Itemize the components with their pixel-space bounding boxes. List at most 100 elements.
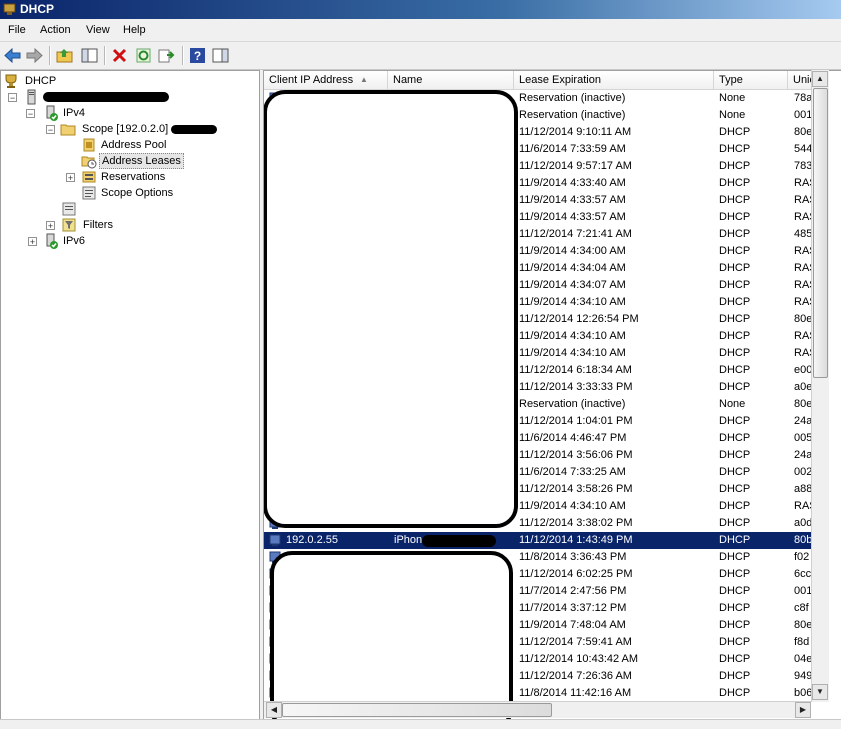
cell-type: DHCP (719, 211, 751, 223)
cell-type: DHCP (719, 381, 751, 393)
cell-client-ip: 192.0.2.55 (286, 534, 338, 546)
refresh-icon[interactable] (134, 46, 153, 65)
cell-lease-expiration: Reservation (inactive) (519, 92, 626, 104)
column-header-client-ip[interactable]: Client IP Address ▲ (264, 71, 388, 89)
menu-view[interactable]: View (86, 24, 110, 36)
sort-ascending-icon: ▲ (360, 75, 368, 84)
expand-toggle[interactable]: + (28, 237, 37, 247)
reservations-icon (82, 171, 96, 183)
cell-type: DHCP (719, 449, 751, 461)
export-list-icon[interactable] (157, 46, 176, 65)
tree-node-reservations[interactable]: + Reservations (65, 169, 251, 185)
collapse-toggle[interactable]: − (46, 125, 55, 135)
redacted-server-name (43, 92, 169, 102)
tree-label-address-leases: Address Leases (99, 153, 184, 169)
cell-type: DHCP (719, 568, 751, 580)
expand-toggle[interactable]: + (66, 173, 75, 183)
cell-type: DHCP (719, 585, 751, 597)
action-pane-icon[interactable] (211, 46, 230, 65)
menu-action[interactable]: Action (40, 24, 71, 36)
cell-lease-expiration: 11/12/2014 3:33:33 PM (519, 381, 633, 393)
leases-list: Client IP Address ▲ Name Lease Expiratio… (263, 70, 841, 720)
show-hide-tree-icon[interactable] (80, 46, 99, 65)
cell-lease-expiration: 11/9/2014 4:34:07 AM (519, 279, 626, 291)
filter-icon (62, 218, 76, 232)
horizontal-scroll-thumb[interactable] (282, 703, 552, 717)
delete-icon[interactable] (110, 46, 129, 65)
cell-lease-expiration: 11/12/2014 1:43:49 PM (519, 534, 633, 546)
tree-node-address-pool[interactable]: Address Pool (81, 137, 251, 153)
column-header-type[interactable]: Type (714, 71, 788, 89)
tree-node-scope[interactable]: − Scope [192.0.2.0] (45, 121, 257, 137)
cell-lease-expiration: 11/12/2014 7:21:41 AM (519, 228, 632, 240)
tree-node-filters[interactable]: + Filters (45, 217, 251, 233)
cell-lease-expiration: 11/9/2014 4:34:00 AM (519, 245, 626, 257)
tree-node-ipv6[interactable]: + IPv6 (27, 233, 253, 249)
cell-type: DHCP (719, 551, 751, 563)
tree-node-server-options[interactable] (61, 201, 251, 217)
tree-label-scope: Scope [192.0.2.0] (82, 123, 169, 135)
toolbar-separator (49, 46, 51, 65)
cell-type: DHCP (719, 245, 751, 257)
vertical-scrollbar[interactable]: ▲ ▼ (811, 70, 829, 702)
scroll-down-button[interactable]: ▼ (812, 684, 828, 700)
cell-type: DHCP (719, 483, 751, 495)
cell-lease-expiration: 11/12/2014 3:38:02 PM (519, 517, 633, 529)
dhcp-trophy-icon (5, 74, 17, 88)
expand-toggle[interactable]: + (46, 221, 55, 231)
vertical-scroll-thumb[interactable] (813, 88, 828, 378)
title-bar: DHCP (0, 0, 841, 19)
help-icon[interactable]: ? (188, 46, 207, 65)
cell-type: DHCP (719, 347, 751, 359)
cell-type: None (719, 109, 746, 121)
scroll-right-button[interactable]: ▶ (795, 702, 811, 718)
tree-label-address-pool: Address Pool (101, 139, 167, 151)
cell-lease-expiration: 11/12/2014 10:43:42 AM (519, 653, 639, 665)
redacted-device-name (422, 535, 496, 547)
scroll-up-button[interactable]: ▲ (812, 71, 828, 87)
cell-type: DHCP (719, 126, 751, 138)
cell-lease-expiration: 11/7/2014 3:37:12 PM (519, 602, 627, 614)
cell-lease-expiration: 11/12/2014 12:26:54 PM (519, 313, 639, 325)
scroll-left-button[interactable]: ◀ (266, 702, 282, 718)
menu-help[interactable]: Help (123, 24, 146, 36)
menu-file[interactable]: File (8, 24, 26, 36)
tree-node-address-leases[interactable]: Address Leases (81, 153, 251, 169)
cell-type: DHCP (719, 279, 751, 291)
collapse-toggle[interactable]: − (26, 109, 35, 119)
tree-node-server[interactable]: − (7, 89, 257, 105)
tree-node-ipv4[interactable]: − IPv4 (25, 105, 255, 121)
table-row[interactable]: 192.0.2.55 iPhone. 11/12/2014 1:43:49 PM DH… (264, 532, 824, 549)
toolbar-separator (182, 46, 184, 65)
tree-node-scope-options[interactable]: Scope Options (81, 185, 251, 201)
server-icon (27, 89, 36, 105)
up-folder-icon[interactable] (55, 46, 74, 65)
cell-type: None (719, 92, 746, 104)
tree-node-dhcp[interactable]: DHCP (3, 73, 253, 89)
back-icon[interactable] (3, 46, 22, 65)
cell-type: DHCP (719, 177, 751, 189)
horizontal-scrollbar[interactable]: ◀ ▶ (264, 701, 811, 718)
cell-type: DHCP (719, 466, 751, 478)
column-header-name[interactable]: Name (388, 71, 514, 89)
collapse-toggle[interactable]: − (8, 93, 17, 103)
cell-lease-expiration: 11/9/2014 4:34:10 AM (519, 500, 626, 512)
cell-lease-expiration: 11/12/2014 3:56:06 PM (519, 449, 633, 461)
window-title: DHCP (20, 2, 55, 16)
dhcp-app-icon (3, 3, 16, 15)
cell-type: DHCP (719, 160, 751, 172)
column-header-lease-expiration[interactable]: Lease Expiration (514, 71, 714, 89)
cell-lease-expiration: 11/9/2014 7:48:04 AM (519, 619, 626, 631)
cell-type: DHCP (719, 653, 751, 665)
tree-label-filters: Filters (83, 219, 113, 231)
toolbar-separator (104, 46, 106, 65)
cell-lease-expiration: 11/12/2014 6:02:25 PM (519, 568, 633, 580)
tree-label-reservations: Reservations (101, 171, 166, 183)
forward-icon[interactable] (25, 46, 44, 65)
cell-lease-expiration: Reservation (inactive) (519, 109, 626, 121)
cell-lease-expiration: 11/12/2014 7:26:36 AM (519, 670, 632, 682)
cell-type: DHCP (719, 364, 751, 376)
cell-lease-expiration: 11/12/2014 9:10:11 AM (519, 126, 632, 138)
redacted-scope-name (171, 125, 217, 134)
cell-type: DHCP (719, 670, 751, 682)
